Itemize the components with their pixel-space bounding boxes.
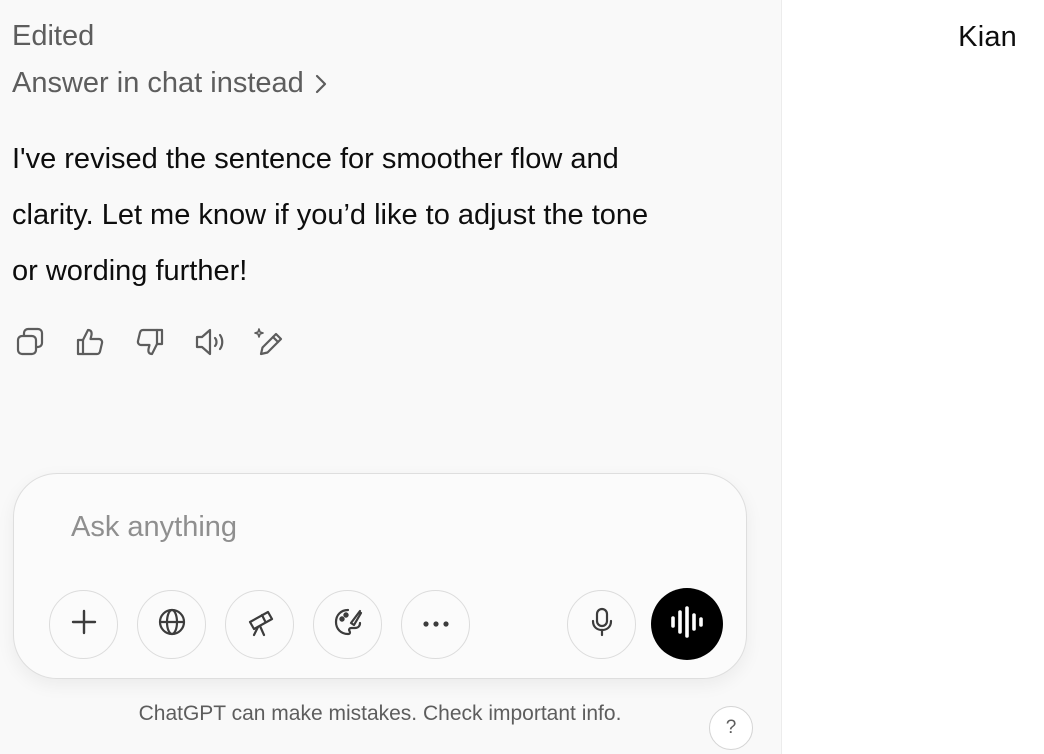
copy-icon [14,326,46,363]
message-line: I've revised the sentence for smoother f… [12,143,619,175]
voice-waveform-icon [669,605,705,643]
help-button[interactable]: ? [709,706,753,750]
edited-status: Edited [12,20,95,52]
edit-sparkle-button[interactable] [252,326,288,362]
globe-icon [156,606,188,643]
deep-research-button[interactable] [225,590,294,659]
more-icon [420,616,452,634]
message-actions [12,326,312,362]
composer [13,473,747,679]
disclaimer: ChatGPT can make mistakes. Check importa… [138,702,622,725]
edit-sparkle-icon [253,325,287,364]
thumbs-up-button[interactable] [72,326,108,362]
dictate-button[interactable] [567,590,636,659]
read-aloud-button[interactable] [192,326,228,362]
more-tools-button[interactable] [401,590,470,659]
prompt-input[interactable] [69,510,593,545]
message-line: or wording further! [12,255,248,287]
plus-icon [70,608,98,641]
message-line: clarity. Let me know if you’d like to ad… [12,199,649,231]
read-aloud-icon [193,326,227,363]
create-image-button[interactable] [313,590,382,659]
telescope-icon [244,606,276,643]
thumbs-down-button[interactable] [132,326,168,362]
add-attachment-button[interactable] [49,590,118,659]
answer-in-chat-label: Answer in chat instead [12,67,304,99]
canvas-pane[interactable]: Kian [782,0,1044,754]
chevron-right-icon [314,73,328,95]
palette-icon [332,606,364,643]
thumbs-down-icon [134,326,166,363]
assistant-message: I've revised the sentence for smoother f… [12,131,752,299]
chat-pane: Edited Answer in chat instead I've revis… [0,0,781,754]
canvas-document-text[interactable]: Kian [958,21,1017,54]
microphone-icon [588,606,616,643]
voice-mode-button[interactable] [651,588,723,660]
thumbs-up-icon [74,326,106,363]
answer-in-chat-link[interactable]: Answer in chat instead [12,67,328,100]
copy-button[interactable] [12,326,48,362]
search-web-button[interactable] [137,590,206,659]
